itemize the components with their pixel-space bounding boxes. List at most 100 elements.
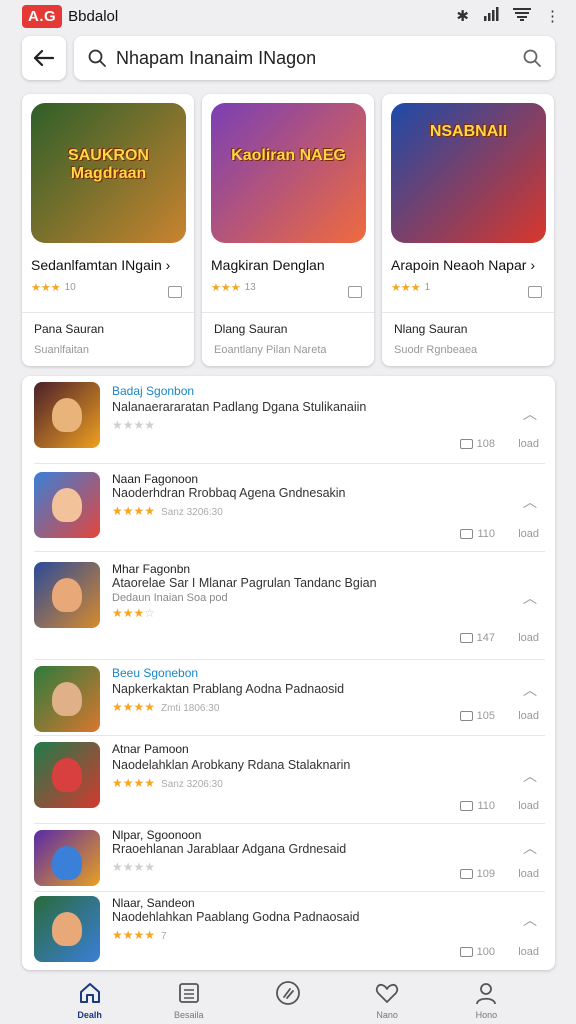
list-item-rating: ★★★☆ (112, 606, 156, 620)
list-item-desc: Rraoehlanan Jarablaar Adgana Grdnesaid (112, 842, 347, 856)
nav-compass[interactable] (258, 980, 318, 1010)
featured-card[interactable]: Kaoliran NAEG Magkiran Denglan ★★★ 13 Dla… (202, 94, 374, 366)
image-icon[interactable] (168, 286, 182, 298)
image-icon[interactable] (528, 286, 542, 298)
featured-rating: ★★★ 1 (391, 282, 431, 294)
game-list: Badaj Sgonbon Nalanaerararatan Padlang D… (22, 376, 555, 970)
featured-art-title: NSABNAII (429, 123, 508, 140)
list-item-desc-secondary: Dedaun Inaian Soa pod (112, 592, 228, 604)
featured-card[interactable]: SAUKRON Magdraan Sedanlfamtan INgain › ★… (22, 94, 194, 366)
image-icon (459, 633, 473, 643)
featured-label: Nlang Sauran (394, 322, 468, 336)
wifi-icon (513, 7, 531, 25)
nav-list[interactable]: Besaila (159, 980, 219, 1020)
list-item[interactable]: Nlaar, Sandeon Naodehlahkan Paablang God… (22, 892, 555, 970)
list-item-count: 108 (459, 438, 495, 450)
featured-rating: ★★★ 13 (211, 282, 256, 294)
heart-icon (376, 983, 399, 1003)
search-submit-icon[interactable] (523, 49, 541, 67)
load-button[interactable]: load (518, 438, 539, 450)
search-icon[interactable] (88, 49, 106, 67)
game-icon (34, 896, 100, 962)
chevron-up-icon[interactable]: ︿ (523, 910, 537, 930)
chevron-up-icon[interactable]: ︿ (523, 588, 537, 608)
load-button[interactable]: load (518, 528, 539, 540)
load-button[interactable]: load (518, 632, 539, 644)
list-item-count: 100 (459, 946, 495, 958)
featured-game-image: SAUKRON Magdraan (31, 103, 186, 243)
list-item-desc: Naoderhdran Rrobbaq Agena Gndnesakin (112, 486, 346, 500)
list-item-desc: Nalanaerararatan Padlang Dgana Stulikana… (112, 400, 367, 414)
chevron-up-icon[interactable]: ︿ (523, 766, 537, 786)
load-button[interactable]: load (518, 800, 539, 812)
list-item-count: 109 (459, 868, 495, 880)
nav-label: Hono (475, 1010, 498, 1020)
home-icon (79, 983, 100, 1003)
divider (202, 312, 374, 313)
search-input[interactable]: Nhapam Inanaim INagon (116, 48, 523, 69)
featured-name: Sedanlfamtan INgain (31, 257, 162, 273)
list-item[interactable]: Badaj Sgonbon Nalanaerararatan Padlang D… (22, 376, 555, 464)
list-item-desc: Naodehlahkan Paablang Godna Padnaosaid (112, 910, 360, 924)
signal-icon (483, 7, 499, 25)
featured-carousel: SAUKRON Magdraan Sedanlfamtan INgain › ★… (22, 94, 555, 366)
featured-game-image: Kaoliran NAEG (211, 103, 366, 243)
chevron-up-icon[interactable]: ︿ (523, 404, 537, 424)
list-item[interactable]: Beeu Sgonebon Napkerkaktan Prablang Aodn… (22, 660, 555, 736)
chevron-right-icon: › (530, 257, 535, 273)
list-item-rating: ★★★★ Sanz 3206:30 (112, 776, 223, 790)
image-icon (460, 529, 474, 539)
list-item[interactable]: Mhar Fagonbn Ataorelae Sar I Mlanar Pagr… (22, 552, 555, 660)
featured-rating: ★★★ 10 (31, 282, 76, 294)
image-icon (459, 439, 473, 449)
featured-label: Pana Sauran (34, 322, 105, 336)
more-icon[interactable]: ⋮ (545, 7, 560, 25)
chevron-up-icon[interactable]: ︿ (523, 838, 537, 858)
search-bar[interactable]: Nhapam Inanaim INagon (74, 36, 555, 80)
image-icon (459, 947, 473, 957)
game-icon (34, 472, 100, 538)
status-bar: A.G Bbdalol ✱ ⋮ (0, 0, 576, 32)
game-icon (34, 562, 100, 628)
image-icon (460, 801, 474, 811)
load-button[interactable]: load (518, 710, 539, 722)
featured-name: Arapoin Neaoh Napar (391, 257, 527, 273)
divider (22, 312, 194, 313)
featured-card[interactable]: NSABNAII Arapoin Neaoh Napar › ★★★ 1 Nlan… (382, 94, 554, 366)
back-button[interactable] (22, 36, 66, 80)
load-button[interactable]: load (518, 868, 539, 880)
nav-home[interactable]: Dealh (60, 980, 120, 1020)
featured-name: Magkiran Denglan (211, 257, 325, 273)
list-item-title: Badaj Sgonbon (112, 384, 195, 398)
list-item[interactable]: Naan Fagonoon Naoderhdran Rrobbaq Agena … (22, 464, 555, 552)
status-icons: ✱ ⋮ (456, 7, 560, 25)
game-icon (34, 742, 100, 808)
chevron-up-icon[interactable]: ︿ (523, 492, 537, 512)
featured-game-image: NSABNAII (391, 103, 546, 243)
nav-label: Nano (376, 1010, 398, 1020)
arrow-left-icon (34, 50, 54, 66)
nav-label: Dealh (77, 1010, 102, 1020)
list-item-title: Beeu Sgonebon (112, 666, 199, 680)
divider (382, 312, 554, 313)
featured-sub: Suodr Rgnbeaea (394, 344, 478, 356)
featured-art-title: SAUKRON Magdraan (68, 147, 149, 182)
chevron-up-icon[interactable]: ︿ (523, 680, 537, 700)
list-item-rating: ★★★★ (112, 418, 156, 432)
list-item-desc: Naodelahklan Arobkany Rdana Stalaknarin (112, 758, 351, 772)
load-button[interactable]: load (518, 946, 539, 958)
featured-art-title: Kaoliran NAEG (231, 147, 346, 164)
list-item-rating: ★★★★ Zmti 1806:30 (112, 700, 220, 714)
image-icon[interactable] (348, 286, 362, 298)
bottom-nav: Dealh Besaila Nano Hono (0, 980, 576, 1024)
nav-heart[interactable]: Nano (357, 980, 417, 1020)
image-icon (459, 711, 473, 721)
nav-profile[interactable]: Hono (456, 980, 516, 1020)
list-item[interactable]: Nlpar, Sgoonoon Rraoehlanan Jarablaar Ad… (22, 824, 555, 892)
list-item-count: 110 (460, 528, 495, 540)
featured-sub: Suanlfaitan (34, 344, 90, 356)
featured-sub: Eoantlany Pilan Nareta (214, 344, 327, 356)
app-logo: A.G (22, 4, 63, 28)
list-item[interactable]: Atnar Pamoon Naodelahklan Arobkany Rdana… (22, 736, 555, 824)
list-item-desc: Ataorelae Sar I Mlanar Pagrulan Tandanc … (112, 576, 377, 590)
